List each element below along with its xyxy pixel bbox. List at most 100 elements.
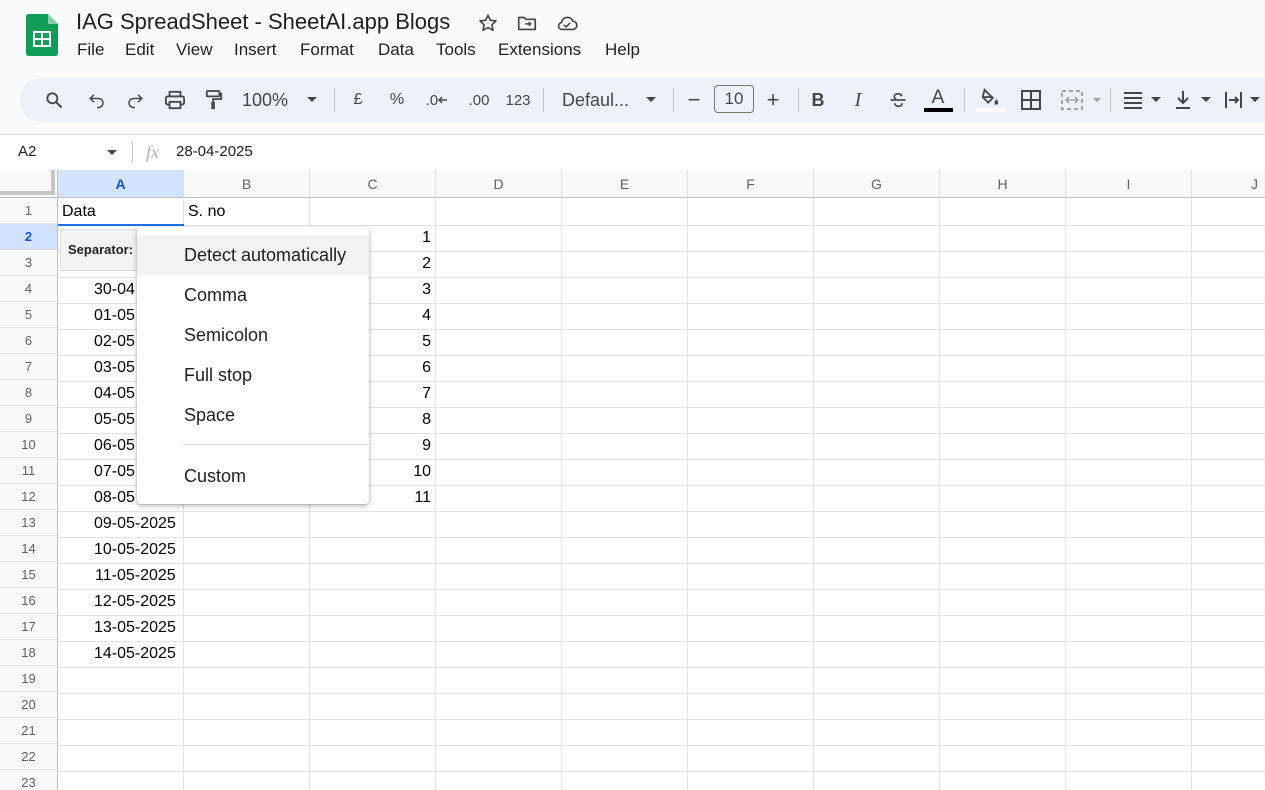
font-size-input[interactable]: 10 [714,85,754,113]
row-header-13[interactable]: 13 [0,510,58,536]
cell-a6[interactable]: 02-05 [94,329,135,355]
zoom-select[interactable]: 100% [242,87,294,113]
cell-a5[interactable]: 01-05 [94,303,135,329]
cell-a7[interactable]: 03-05 [94,355,135,381]
column-header-i[interactable]: I [1066,170,1192,198]
paint-format-icon[interactable] [203,87,225,113]
row-header-1[interactable]: 1 [0,198,58,224]
column-header-b[interactable]: B [184,170,310,198]
column-header-j[interactable]: J [1192,170,1265,198]
row-header-3[interactable]: 3 [0,250,58,276]
menu-view[interactable]: View [176,40,213,60]
vertical-align-icon[interactable] [1173,87,1213,113]
cell-a14[interactable]: 10-05-2025 [94,537,176,563]
menu-insert[interactable]: Insert [234,40,277,60]
column-header-h[interactable]: H [940,170,1066,198]
column-header-a[interactable]: A [58,170,184,198]
cell-a4[interactable]: 30-04 [94,277,135,303]
more-formats-button[interactable]: 123 [504,87,532,113]
column-header-g[interactable]: G [814,170,940,198]
strikethrough-icon[interactable] [887,87,909,113]
option-custom[interactable]: Custom [137,456,369,496]
cell-a13[interactable]: 09-05-2025 [94,511,176,537]
row-header-5[interactable]: 5 [0,302,58,328]
row-header-6[interactable]: 6 [0,328,58,354]
decrease-font-size-button[interactable]: − [684,87,704,113]
column-header-f[interactable]: F [688,170,814,198]
split-text-separator-chip[interactable]: Separator: [60,229,138,271]
undo-icon[interactable] [86,87,108,113]
select-all-corner[interactable] [0,170,58,198]
row-header-21[interactable]: 21 [0,718,58,744]
option-semicolon[interactable]: Semicolon [137,315,369,355]
menu-file[interactable]: File [77,40,104,60]
row-header-23[interactable]: 23 [0,770,58,790]
menu-data[interactable]: Data [378,40,414,60]
cloud-saved-icon[interactable] [555,12,578,34]
sheets-logo-icon[interactable] [26,14,58,56]
merge-dropdown-icon[interactable] [1090,87,1104,113]
percent-button[interactable]: % [387,87,407,113]
search-menus-icon[interactable] [42,87,66,113]
row-header-7[interactable]: 7 [0,354,58,380]
name-box-dropdown-icon[interactable] [106,144,118,162]
row-header-19[interactable]: 19 [0,666,58,692]
merge-cells-icon[interactable] [1060,87,1084,113]
row-header-4[interactable]: 4 [0,276,58,302]
cell-a12[interactable]: 08-05 [94,485,135,511]
cell-a9[interactable]: 05-05 [94,407,135,433]
font-dropdown-icon[interactable] [643,87,659,113]
text-color-button[interactable]: A [923,87,953,113]
move-to-folder-icon[interactable] [516,12,538,34]
row-header-14[interactable]: 14 [0,536,58,562]
font-family-select[interactable]: Defaul... [562,87,634,113]
menu-format[interactable]: Format [300,40,354,60]
row-header-12[interactable]: 12 [0,484,58,510]
menu-edit[interactable]: Edit [125,40,154,60]
row-header-18[interactable]: 18 [0,640,58,666]
cell-a11[interactable]: 07-05 [94,459,135,485]
menu-extensions[interactable]: Extensions [498,40,581,60]
text-wrapping-icon[interactable] [1223,87,1265,113]
menu-tools[interactable]: Tools [436,40,476,60]
option-detect-automatically[interactable]: Detect automatically [137,235,369,275]
cell-a8[interactable]: 04-05 [94,381,135,407]
borders-icon[interactable] [1020,87,1042,113]
cell-a16[interactable]: 12-05-2025 [94,589,176,615]
increase-decimal-button[interactable]: .00 [466,87,492,113]
option-comma[interactable]: Comma [137,275,369,315]
row-header-8[interactable]: 8 [0,380,58,406]
row-header-9[interactable]: 9 [0,406,58,432]
redo-icon[interactable] [124,87,146,113]
row-header-2[interactable]: 2 [0,224,58,250]
fill-color-icon[interactable] [975,87,1005,113]
menu-help[interactable]: Help [605,40,640,60]
option-space[interactable]: Space [137,395,369,435]
cell-b1[interactable]: S. no [188,199,225,225]
cell-a18[interactable]: 14-05-2025 [94,641,176,667]
print-icon[interactable] [163,87,187,113]
row-header-22[interactable]: 22 [0,744,58,770]
column-header-e[interactable]: E [562,170,688,198]
row-header-16[interactable]: 16 [0,588,58,614]
currency-button[interactable]: £ [348,87,368,113]
column-header-d[interactable]: D [436,170,562,198]
document-title[interactable]: IAG SpreadSheet - SheetAI.app Blogs [76,9,450,35]
name-box[interactable]: A2 [18,143,36,160]
cell-a15[interactable]: 11-05-2025 [95,563,176,589]
increase-font-size-button[interactable]: + [763,87,783,113]
italic-button[interactable]: I [848,87,868,113]
decrease-decimal-button[interactable]: .0 [424,87,450,113]
row-header-20[interactable]: 20 [0,692,58,718]
row-header-10[interactable]: 10 [0,432,58,458]
option-full-stop[interactable]: Full stop [137,355,369,395]
star-icon[interactable] [477,12,499,34]
row-header-11[interactable]: 11 [0,458,58,484]
formula-input[interactable]: 28-04-2025 [176,143,253,160]
horizontal-align-icon[interactable] [1121,87,1165,113]
cell-a10[interactable]: 06-05 [94,433,135,459]
bold-button[interactable]: B [808,87,828,113]
row-header-15[interactable]: 15 [0,562,58,588]
row-header-17[interactable]: 17 [0,614,58,640]
cell-a1[interactable]: Data [62,199,96,225]
